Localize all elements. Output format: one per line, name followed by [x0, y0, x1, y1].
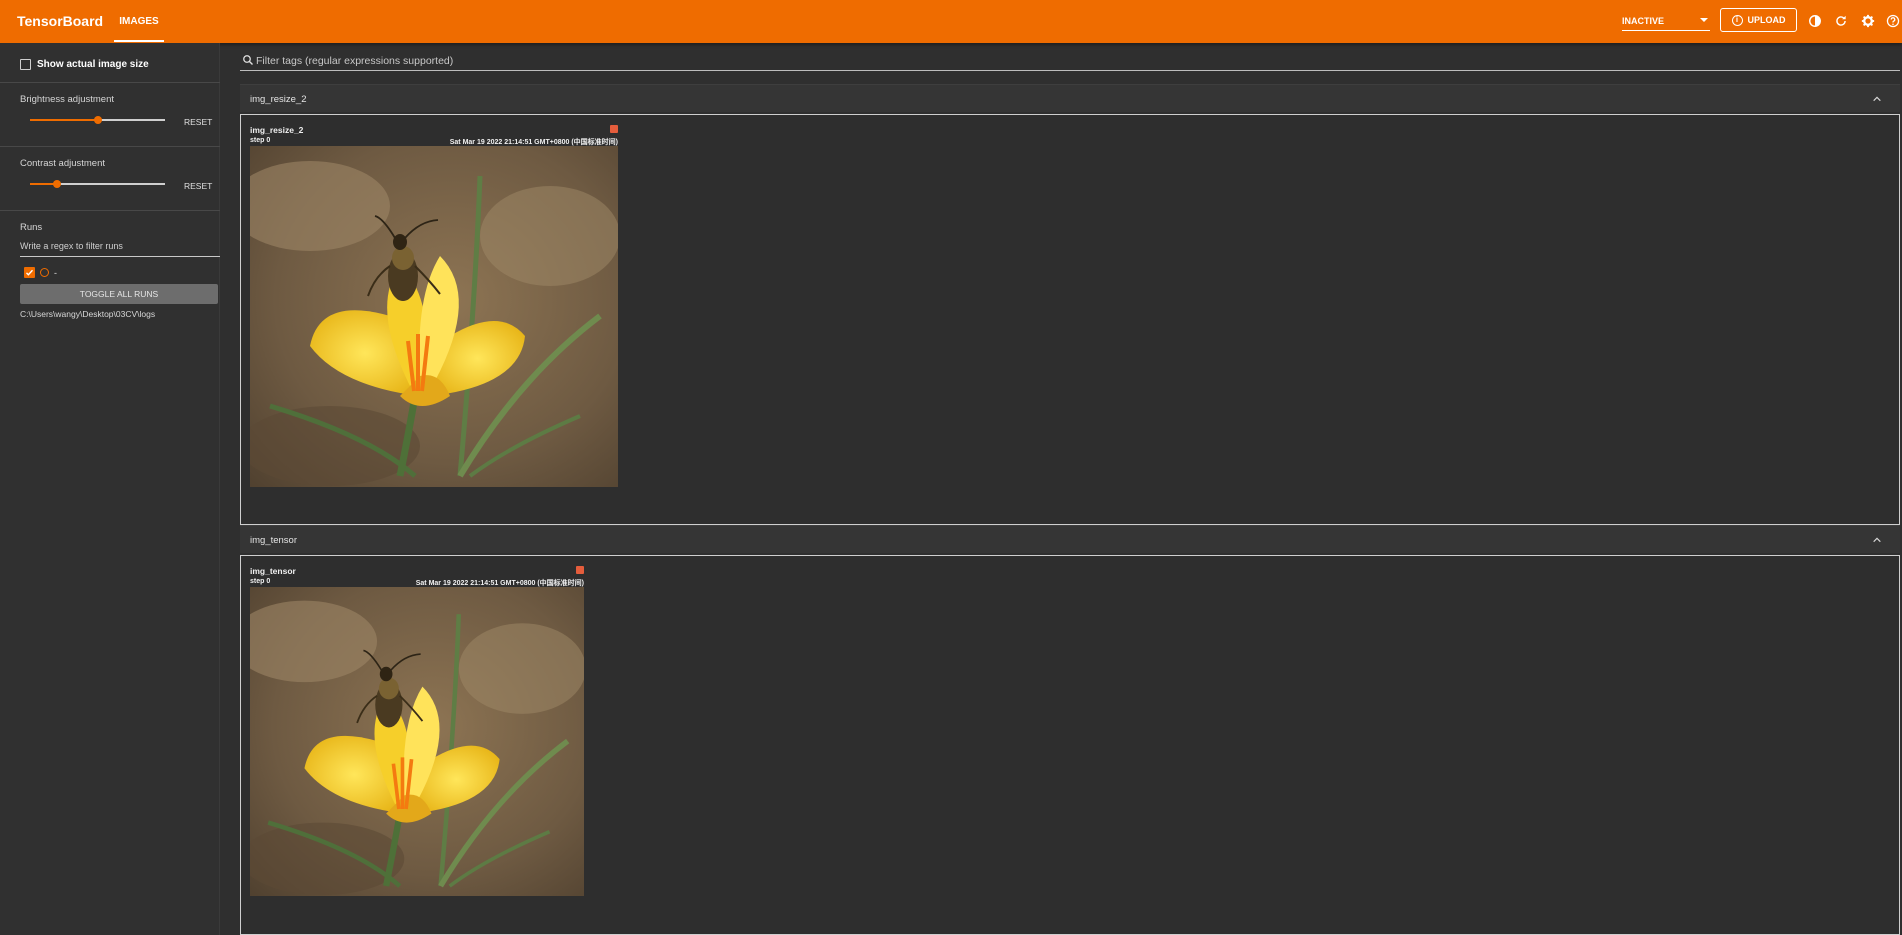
brightness-label: Brightness adjustment — [20, 94, 114, 105]
upload-button[interactable]: i UPLOAD — [1720, 8, 1797, 32]
show-actual-size-label: Show actual image size — [37, 59, 149, 70]
brightness-slider[interactable] — [30, 114, 165, 126]
tag-group-title: img_tensor — [250, 535, 297, 546]
reload-status-value: INACTIVE — [1622, 16, 1665, 26]
contrast-label: Contrast adjustment — [20, 158, 106, 169]
tag-filter-input[interactable]: Filter tags (regular expressions support… — [240, 51, 1900, 71]
chevron-up-icon[interactable] — [1872, 535, 1882, 545]
bee-on-crocus-image — [250, 587, 584, 896]
theme-toggle-icon[interactable] — [1808, 14, 1822, 28]
runs-label: Runs — [20, 222, 43, 233]
runs-regex-placeholder: Write a regex to filter runs — [20, 241, 123, 251]
bee-on-crocus-image — [250, 146, 618, 487]
tag-group-title: img_resize_2 — [250, 94, 307, 105]
image-card-control-icon[interactable] — [576, 566, 584, 574]
run-checkbox[interactable] — [24, 267, 35, 278]
log-directory: C:\Users\wangy\Desktop\03CV\logs — [20, 309, 156, 319]
image-card-control-icon[interactable] — [610, 125, 618, 133]
tab-active-indicator — [114, 40, 164, 42]
checkmark-icon — [26, 269, 33, 276]
slider-thumb[interactable] — [53, 180, 61, 188]
slider-thumb[interactable] — [93, 116, 102, 124]
run-color-swatch[interactable] — [40, 268, 49, 277]
refresh-icon[interactable] — [1834, 14, 1848, 28]
divider — [0, 146, 220, 147]
tab-images[interactable]: IMAGES — [114, 0, 164, 43]
image-step-label: step 0 — [250, 578, 271, 585]
show-actual-size-checkbox[interactable] — [20, 59, 31, 70]
settings-gear-icon[interactable] — [1861, 14, 1875, 28]
help-icon[interactable] — [1886, 14, 1900, 28]
tag-group-header[interactable]: img_tensor — [240, 525, 1900, 553]
top-app-bar: TensorBoard IMAGES INACTIVE i UPLOAD — [0, 0, 1902, 43]
toggle-all-runs-button[interactable]: TOGGLE ALL RUNS — [20, 284, 218, 304]
run-name: - — [54, 267, 57, 278]
image-card-title: img_resize_2 — [250, 125, 304, 135]
run-item[interactable]: - — [24, 267, 57, 278]
show-actual-size-option[interactable]: Show actual image size — [20, 59, 149, 70]
contrast-slider[interactable] — [30, 178, 165, 190]
tag-group-header[interactable]: img_resize_2 — [240, 84, 1900, 112]
divider — [0, 82, 220, 83]
upload-label: UPLOAD — [1747, 15, 1786, 25]
chevron-down-icon — [1700, 18, 1708, 22]
info-icon: i — [1731, 14, 1743, 26]
contrast-reset-button[interactable]: RESET — [184, 181, 212, 191]
brand-title[interactable]: TensorBoard — [17, 13, 103, 29]
search-icon — [243, 55, 253, 65]
image-step-label: step 0 — [250, 137, 271, 144]
sidebar: Show actual image size Brightness adjust… — [0, 43, 220, 935]
brightness-reset-button[interactable]: RESET — [184, 117, 212, 127]
tag-filter-placeholder: Filter tags (regular expressions support… — [256, 55, 454, 67]
reload-status-select[interactable]: INACTIVE — [1622, 11, 1710, 31]
slider-fill — [30, 119, 98, 121]
chevron-up-icon[interactable] — [1872, 94, 1882, 104]
divider — [0, 210, 220, 211]
runs-regex-input[interactable]: Write a regex to filter runs — [20, 241, 220, 257]
image-card-title: img_tensor — [250, 566, 296, 576]
